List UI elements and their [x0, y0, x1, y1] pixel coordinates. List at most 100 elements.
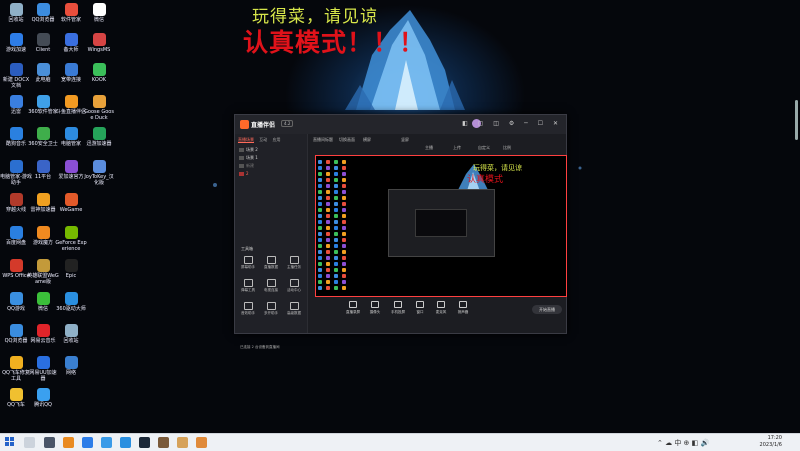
control-button[interactable]: 扬声器 — [454, 301, 472, 315]
control-button[interactable]: 麦克风 — [432, 301, 450, 315]
toolbox-item[interactable]: 活动中心 — [284, 279, 304, 293]
control-label: 手机投屏 — [391, 310, 405, 314]
desktop-icon-label: WeGame — [59, 207, 83, 213]
file-explorer-icon[interactable] — [63, 437, 74, 448]
tool-icon — [243, 279, 253, 287]
tool-label: 多开助手 — [264, 311, 278, 315]
app-taskbar-icon[interactable] — [158, 437, 169, 448]
topbar-item[interactable]: 主播 — [425, 145, 433, 151]
app-icon — [9, 127, 23, 140]
desktop-icon[interactable]: WingsMS — [83, 33, 115, 53]
topbar-item[interactable]: 自定义 — [478, 145, 490, 151]
tab-apps[interactable]: 应用 — [273, 137, 281, 142]
control-icon — [416, 301, 424, 308]
toolbox-title: 工具箱 — [241, 246, 253, 251]
app-titlebar[interactable]: 直播伴侣 4.2 ◧ ▢ ◫ ⚙ ─ ☐ ✕ — [235, 115, 566, 134]
desktop-icon[interactable]: 360驱动大师 — [55, 292, 87, 312]
desktop-icon[interactable]: WeGame — [55, 193, 87, 213]
browser-icon[interactable] — [82, 437, 93, 448]
desktop-icon-label: KOOK — [91, 77, 107, 83]
scene-item[interactable]: 场景 2 — [239, 147, 258, 153]
desktop-icon-label: 微信 — [93, 17, 104, 23]
toolbox-item[interactable]: 电视连接 — [261, 279, 281, 293]
desktop-icon-label: Epic — [65, 273, 77, 279]
control-button[interactable]: 直播录屏 — [344, 301, 362, 315]
app-icon — [64, 160, 78, 173]
desktop-icon[interactable]: GeForce Experience — [55, 226, 87, 252]
app-icon — [92, 63, 106, 76]
app-icon — [64, 63, 78, 76]
stream-preview[interactable]: 玩得菜，请见谅 认真模式 — [315, 155, 567, 297]
search-icon[interactable] — [24, 437, 35, 448]
toolbox-item[interactable]: 高级数据 — [284, 302, 304, 316]
app-logo-icon — [240, 120, 249, 129]
desktop-icon[interactable]: Epic — [55, 259, 87, 279]
control-button[interactable]: 手机投屏 — [389, 301, 407, 315]
tool-label: 音效助手 — [241, 311, 255, 315]
control-label: 窗口 — [416, 310, 424, 314]
topbar-item[interactable]: 切换画面 — [339, 137, 355, 143]
desktop-icon[interactable]: 腾讯QQ — [27, 388, 59, 408]
topbar-item[interactable]: 横屏 — [363, 137, 371, 143]
topbar-item[interactable]: 比例 — [503, 145, 511, 151]
app-icon — [64, 95, 78, 108]
desktop-icon[interactable]: 网络 — [55, 356, 87, 376]
qq-browser-icon[interactable] — [101, 437, 112, 448]
tab-scenes[interactable]: 直播场景 — [238, 137, 254, 143]
app-icon — [36, 63, 50, 76]
topbar-item[interactable]: 直播间标题 — [313, 137, 333, 143]
live-streaming-app-window[interactable]: 直播伴侣 4.2 ◧ ▢ ◫ ⚙ ─ ☐ ✕ 直播场景 互动 应用 场景 2 场… — [234, 114, 567, 349]
system-tray[interactable]: ⌃ ☁ 中 ⊕ ◧ 🔊 — [657, 438, 709, 448]
toolbox-item[interactable]: 弹幕工具 — [238, 279, 258, 293]
tab-interaction[interactable]: 互动 — [259, 137, 267, 142]
windows-start-icon[interactable] — [5, 437, 15, 447]
control-button[interactable]: 摄像头 — [366, 301, 384, 315]
app-icon — [64, 193, 78, 206]
app-sidebar: 直播场景 互动 应用 场景 2 场景 1 新建 2 工具箱 屏幕助手 直播数据 主播… — [235, 134, 308, 349]
control-label: 直播录屏 — [346, 310, 360, 314]
live-app-taskbar-icon[interactable] — [196, 437, 207, 448]
tool-icon — [243, 302, 253, 310]
scene-item[interactable]: 2 — [239, 171, 249, 176]
scene-thumb-icon — [239, 156, 244, 160]
nested-preview-screen — [415, 209, 467, 237]
start-live-button[interactable]: 开始直播 — [532, 305, 562, 314]
toolbox-item[interactable]: 多开助手 — [261, 302, 281, 316]
app-taskbar-icon[interactable] — [120, 437, 131, 448]
topbar-item[interactable]: 上传 — [453, 145, 461, 151]
app-taskbar-icon[interactable] — [177, 437, 188, 448]
steam-icon[interactable] — [139, 437, 150, 448]
scene-item[interactable]: 场景 1 — [239, 155, 258, 161]
app-icon — [9, 356, 23, 369]
toolbox-item[interactable]: 直播数据 — [261, 256, 281, 270]
desktop-icon[interactable]: KOOK — [83, 63, 115, 83]
app-icon — [36, 3, 50, 16]
desktop-icon[interactable]: 微信 — [83, 3, 115, 23]
desktop-icon[interactable]: 回收站 — [55, 324, 87, 344]
scene-thumb-icon — [239, 164, 244, 168]
control-button[interactable]: 窗口 — [411, 301, 429, 315]
desktop-icon[interactable]: 迅游加速器 — [83, 127, 115, 147]
toolbox-item[interactable]: 主播任务 — [284, 256, 304, 270]
scene-item[interactable]: 新建 — [239, 163, 254, 169]
desktop-icon[interactable]: JoyToKey_汉化版 — [83, 160, 115, 186]
window-controls[interactable]: ◧ ▢ ◫ ⚙ ─ ☐ ✕ — [462, 120, 562, 127]
app-icon — [36, 356, 50, 369]
task-view-icon[interactable] — [44, 437, 55, 448]
toolbox-item[interactable]: 音效助手 — [238, 302, 258, 316]
app-icon — [36, 193, 50, 206]
control-icon — [371, 301, 379, 308]
control-bar: 开始直播 直播录屏 摄像头 手机投屏 窗口 麦克风 扬声器 — [314, 297, 566, 325]
toolbox-item[interactable]: 屏幕助手 — [238, 256, 258, 270]
app-icon — [36, 160, 50, 173]
app-icon — [64, 356, 78, 369]
desktop-icon[interactable]: Goose Goose Duck — [83, 95, 115, 121]
app-icon — [36, 33, 50, 46]
app-icon — [9, 95, 23, 108]
app-icon — [64, 324, 78, 337]
clock[interactable]: 17:20 2023/1/6 — [750, 435, 782, 449]
app-icon — [92, 33, 106, 46]
control-icon — [437, 301, 445, 308]
desktop-scrollbar[interactable] — [795, 100, 798, 140]
topbar-item[interactable]: 竖屏 — [401, 137, 409, 143]
